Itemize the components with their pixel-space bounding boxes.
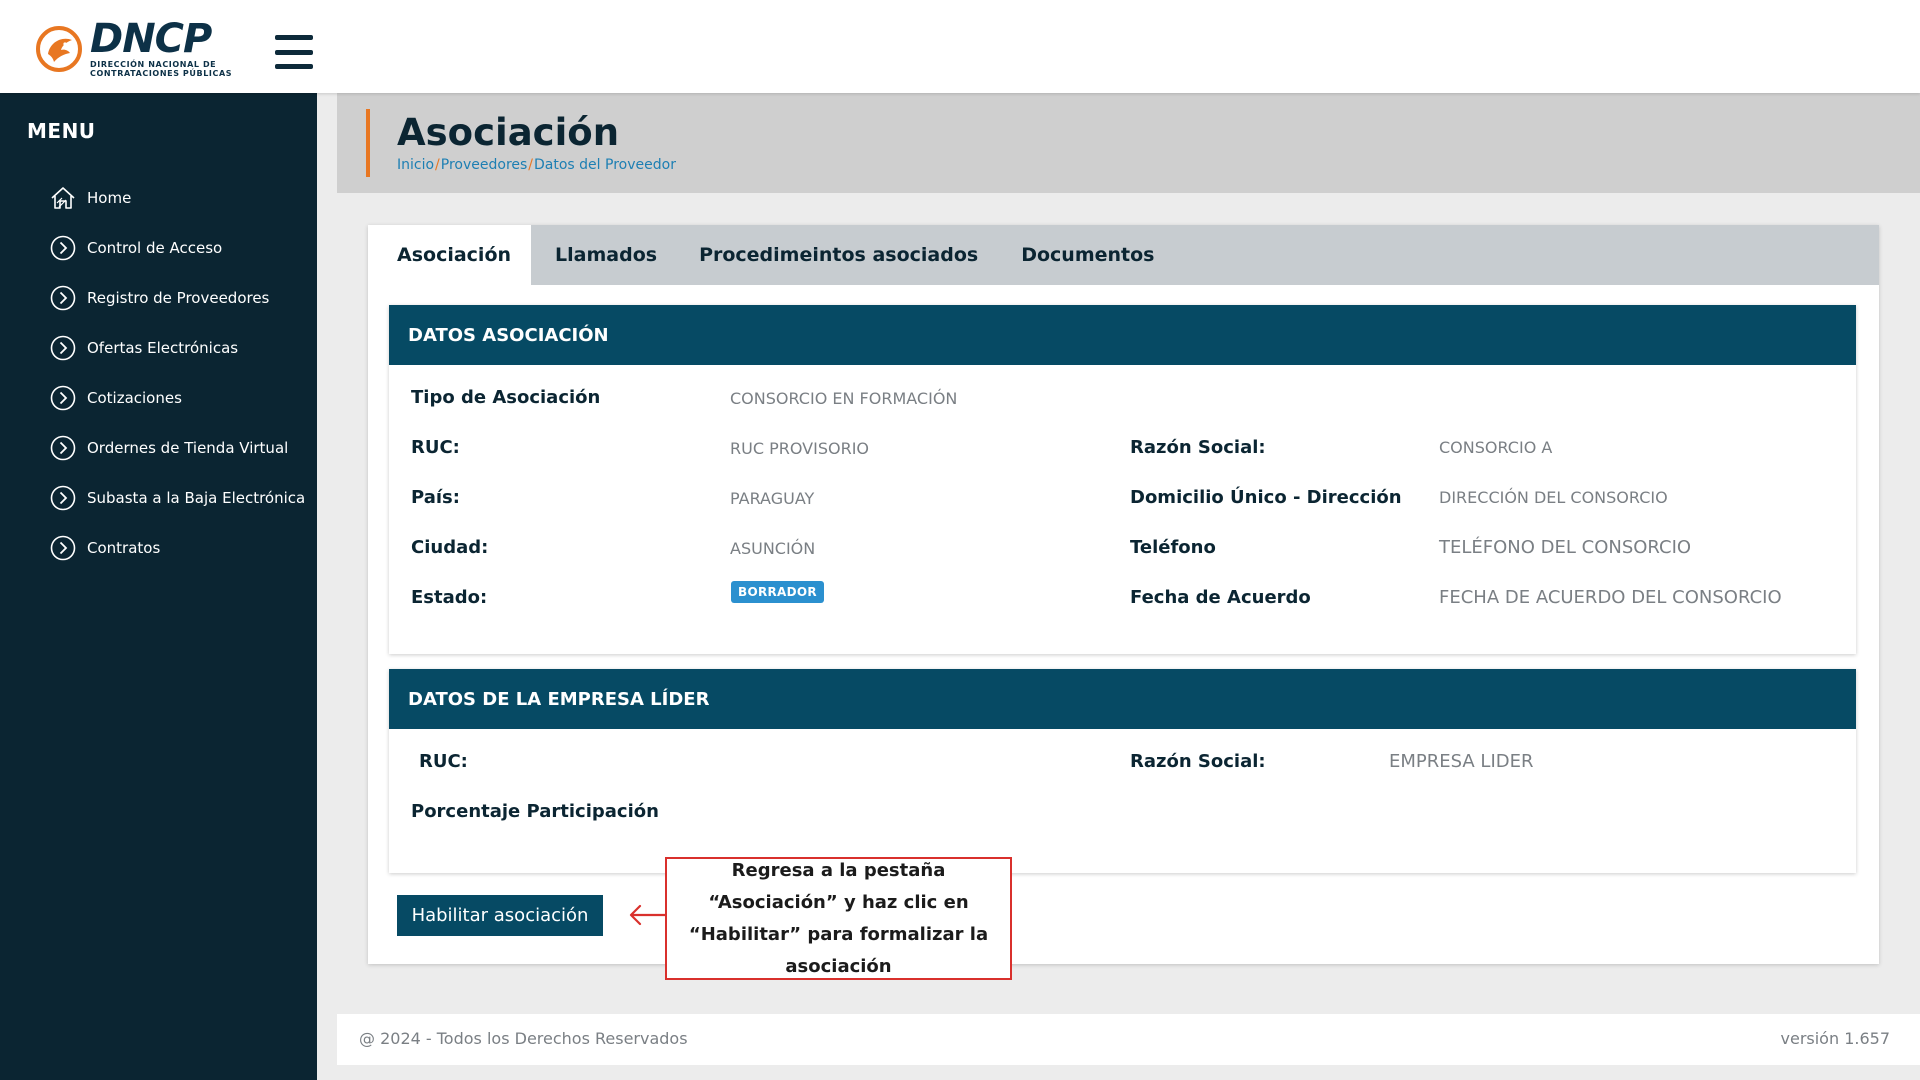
breadcrumb-proveedores[interactable]: Proveedores: [441, 157, 528, 173]
tab-bar: Asociación Llamados Procedimeintos asoci…: [368, 225, 1879, 285]
chevron-right-circle-icon: [50, 285, 76, 311]
telefono-value: TELÉFONO DEL CONSORCIO: [1439, 537, 1692, 558]
menu-title: MENU: [27, 119, 96, 143]
fecha-acuerdo-value: FECHA DE ACUERDO DEL CONSORCIO: [1439, 587, 1782, 608]
home-icon: [51, 187, 75, 209]
empresa-razon-social-value: EMPRESA LIDER: [1389, 751, 1534, 772]
breadcrumb: Inicio / Proveedores / Datos del Proveed…: [397, 157, 676, 173]
hamburger-menu-icon[interactable]: [275, 35, 313, 69]
tab-llamados[interactable]: Llamados: [531, 225, 678, 285]
dncp-logo-icon: [36, 26, 82, 72]
logo-subtitle-line2: CONTRATACIONES PÚBLICAS: [90, 69, 233, 78]
logo-text: DNCP DIRECCIÓN NACIONAL DE CONTRATACIONE…: [90, 16, 233, 78]
tipo-asociacion-value: CONSORCIO EN FORMACIÓN: [730, 389, 958, 408]
footer: @ 2024 - Todos los Derechos Reservados v…: [337, 1014, 1920, 1065]
section-header: DATOS ASOCIACIÓN: [389, 305, 1856, 365]
sidebar-item-label: Home: [87, 189, 132, 207]
estado-badge: BORRADOR: [731, 581, 824, 603]
sidebar-menu: Home Control de Acceso Registro de Prove…: [50, 173, 310, 573]
sidebar-item-control-de-acceso[interactable]: Control de Acceso: [50, 223, 310, 273]
sidebar-item-label: Control de Acceso: [87, 239, 223, 257]
sidebar-item-label: Contratos: [87, 539, 161, 557]
hamburger-line: [275, 35, 313, 40]
sidebar: MENU Home Control de Acceso Registro de …: [0, 93, 317, 1080]
sidebar-item-label: Ordernes de Tienda Virtual: [87, 439, 289, 457]
page-header: Asociación Inicio / Proveedores / Datos …: [337, 93, 1920, 193]
chevron-right-circle-icon: [50, 385, 76, 411]
pais-label: País:: [411, 487, 460, 508]
pais-value: PARAGUAY: [730, 489, 815, 508]
sidebar-item-subasta-baja-electronica[interactable]: Subasta a la Baja Electrónica: [50, 473, 310, 523]
sidebar-item-ofertas-electronicas[interactable]: Ofertas Electrónicas: [50, 323, 310, 373]
domicilio-label: Domicilio Único - Dirección: [1130, 487, 1402, 508]
chevron-right-circle-icon: [50, 535, 76, 561]
chevron-right-circle-icon: [50, 435, 76, 461]
hamburger-line: [275, 49, 313, 55]
razon-social-label: Razón Social:: [1130, 437, 1266, 458]
empresa-ruc-label: RUC:: [419, 751, 468, 772]
logo-subtitle-line1: DIRECCIÓN NACIONAL DE: [90, 60, 217, 69]
instruction-callout: Regresa a la pestaña “Asociación” y haz …: [665, 857, 1012, 980]
ruc-label: RUC:: [411, 437, 460, 458]
top-header: DNCP DIRECCIÓN NACIONAL DE CONTRATACIONE…: [0, 0, 1920, 93]
empresa-lider-section: DATOS DE LA EMPRESA LÍDER RUC: Razón Soc…: [389, 669, 1856, 873]
accent-bar: [366, 109, 370, 177]
chevron-right-circle-icon: [50, 335, 76, 361]
section-header: DATOS DE LA EMPRESA LÍDER: [389, 669, 1856, 729]
sidebar-item-cotizaciones[interactable]: Cotizaciones: [50, 373, 310, 423]
sidebar-item-label: Subasta a la Baja Electrónica: [87, 489, 306, 507]
breadcrumb-inicio[interactable]: Inicio: [397, 157, 434, 173]
main-card: Asociación Llamados Procedimeintos asoci…: [368, 225, 1879, 964]
porcentaje-participacion-label: Porcentaje Participación: [411, 801, 659, 822]
chevron-right-circle-icon: [50, 235, 76, 261]
sidebar-item-label: Ofertas Electrónicas: [87, 339, 239, 357]
tab-procedimientos-asociados[interactable]: Procedimeintos asociados: [678, 225, 999, 285]
tab-documentos[interactable]: Documentos: [999, 225, 1175, 285]
datos-asociacion-section: DATOS ASOCIACIÓN Tipo de Asociación CONS…: [389, 305, 1856, 654]
breadcrumb-datos-proveedor[interactable]: Datos del Proveedor: [534, 157, 676, 173]
sidebar-item-label: Registro de Proveedores: [87, 289, 270, 307]
ruc-value: RUC PROVISORIO: [730, 439, 870, 458]
page-title: Asociación: [397, 111, 620, 154]
hamburger-line: [275, 64, 313, 69]
sidebar-item-home[interactable]: Home: [50, 173, 310, 223]
sidebar-item-label: Cotizaciones: [87, 389, 182, 407]
domicilio-value: DIRECCIÓN DEL CONSORCIO: [1439, 488, 1668, 507]
chevron-right-circle-icon: [50, 485, 76, 511]
tab-asociacion[interactable]: Asociación: [368, 225, 532, 285]
arrow-left-icon: [629, 904, 668, 926]
telefono-label: Teléfono: [1130, 537, 1216, 558]
breadcrumb-separator: /: [435, 157, 440, 173]
estado-label: Estado:: [411, 587, 488, 608]
ciudad-label: Ciudad:: [411, 537, 489, 558]
footer-copyright: @ 2024 - Todos los Derechos Reservados: [359, 1029, 688, 1048]
logo-name: DNCP: [90, 16, 212, 62]
razon-social-value: CONSORCIO A: [1439, 438, 1553, 457]
tipo-asociacion-label: Tipo de Asociación: [411, 387, 601, 408]
habilitar-asociacion-button[interactable]: Habilitar asociación: [397, 895, 603, 936]
dncp-logo[interactable]: DNCP DIRECCIÓN NACIONAL DE CONTRATACIONE…: [34, 18, 232, 80]
ciudad-value: ASUNCIÓN: [730, 539, 816, 558]
sidebar-item-registro-de-proveedores[interactable]: Registro de Proveedores: [50, 273, 310, 323]
fecha-acuerdo-label: Fecha de Acuerdo: [1130, 587, 1311, 608]
empresa-razon-social-label: Razón Social:: [1130, 751, 1266, 772]
sidebar-item-ordenes-tienda-virtual[interactable]: Ordernes de Tienda Virtual: [50, 423, 310, 473]
breadcrumb-separator: /: [528, 157, 534, 173]
footer-version: versión 1.657: [1780, 1029, 1891, 1048]
sidebar-item-contratos[interactable]: Contratos: [50, 523, 310, 573]
